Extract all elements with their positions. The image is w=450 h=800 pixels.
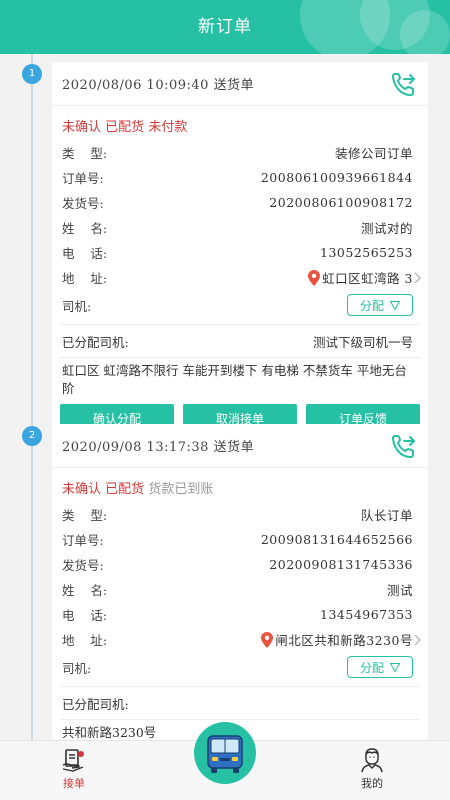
order-status: 未确认 已配货 未付款 <box>52 106 428 140</box>
assigned-driver: 已分配司机: <box>62 696 129 712</box>
location-pin-icon <box>261 631 274 648</box>
order-list[interactable]: 1 2020/08/06 10:09:40 送货单 未确认 已配货 未付款 类 … <box>0 54 450 740</box>
order-note: 虹口区 虹湾路不限行 车能开到楼下 有电梯 不禁货车 平地无台阶 <box>62 363 407 396</box>
status-stock: 已配货 <box>105 482 145 497</box>
order-kind: 送货单 <box>213 78 255 93</box>
field-driver: 司机: 分配 <box>52 652 428 682</box>
triangle-down-icon <box>390 662 400 672</box>
status-confirm: 未确认 <box>62 120 102 135</box>
order-card[interactable]: 2020/09/08 13:17:38 送货单 未确认 已配货 货款已到账 类 … <box>52 424 428 740</box>
tab-orders[interactable]: 接单 <box>34 741 114 800</box>
assign-button[interactable]: 分配 <box>347 294 413 316</box>
assign-button[interactable]: 分配 <box>347 656 413 678</box>
user-avatar-icon <box>361 748 383 773</box>
field-phone[interactable]: 电 话: 13052565253 <box>52 240 428 265</box>
phone-forward-icon[interactable] <box>388 69 418 99</box>
order-datetime: 2020/09/08 13:17:38 <box>62 440 209 455</box>
order-status: 未确认 已配货 货款已到账 <box>52 468 428 502</box>
bus-icon <box>207 735 243 773</box>
order-card-header: 2020/09/08 13:17:38 送货单 <box>52 424 428 468</box>
app-header: 新订单 <box>0 0 450 54</box>
timeline-line <box>31 54 33 740</box>
location-pin-icon <box>308 269 321 286</box>
page-title: 新订单 <box>198 17 252 37</box>
status-stock: 已配货 <box>105 120 145 135</box>
center-bus-button[interactable] <box>194 722 256 784</box>
timeline-dot: 1 <box>22 64 42 84</box>
field-name: 姓 名: 测试 <box>62 583 413 598</box>
field-ship-no: 发货号: 20200908131745336 <box>62 557 413 573</box>
timeline-dot: 2 <box>22 426 42 446</box>
order-card-header: 2020/08/06 10:09:40 送货单 <box>52 62 428 106</box>
field-phone[interactable]: 电 话: 13454967353 <box>52 602 428 627</box>
field-type: 类 型: 队长订单 <box>62 508 413 523</box>
tab-mine-label: 我的 <box>361 777 383 790</box>
order-kind: 送货单 <box>213 440 255 455</box>
field-order-no: 订单号: 200806100939661844 <box>62 170 413 186</box>
address-text: 闸北区共和新路3230号 <box>275 633 413 648</box>
status-payment: 货款已到账 <box>148 482 214 497</box>
triangle-down-icon <box>390 300 400 310</box>
field-address[interactable]: 地 址: 虹口区虹湾路 3 <box>52 265 428 290</box>
order-receive-icon <box>62 749 84 772</box>
order-datetime: 2020/08/06 10:09:40 <box>62 78 209 93</box>
phone-forward-icon[interactable] <box>388 431 418 461</box>
chevron-right-icon[interactable] <box>414 634 422 646</box>
field-address[interactable]: 地 址: 闸北区共和新路3230号 <box>52 627 428 652</box>
order-card[interactable]: 2020/08/06 10:09:40 送货单 未确认 已配货 未付款 类 型:… <box>52 62 428 442</box>
status-confirm: 未确认 <box>62 482 102 497</box>
tab-mine[interactable]: 我的 <box>332 741 412 800</box>
field-ship-no: 发货号: 20200806100908172 <box>62 195 413 211</box>
address-text: 虹口区虹湾路 3 <box>322 271 413 286</box>
chevron-right-icon[interactable] <box>414 272 422 284</box>
assigned-driver: 已分配司机: 测试下级司机一号 <box>62 334 413 350</box>
status-payment: 未付款 <box>148 120 188 135</box>
field-order-no: 订单号: 200908131644652566 <box>62 532 413 548</box>
field-driver: 司机: 分配 <box>52 290 428 320</box>
field-name: 姓 名: 测试对的 <box>62 221 413 236</box>
field-type: 类 型: 装修公司订单 <box>62 146 413 161</box>
tab-orders-label: 接单 <box>63 777 85 790</box>
